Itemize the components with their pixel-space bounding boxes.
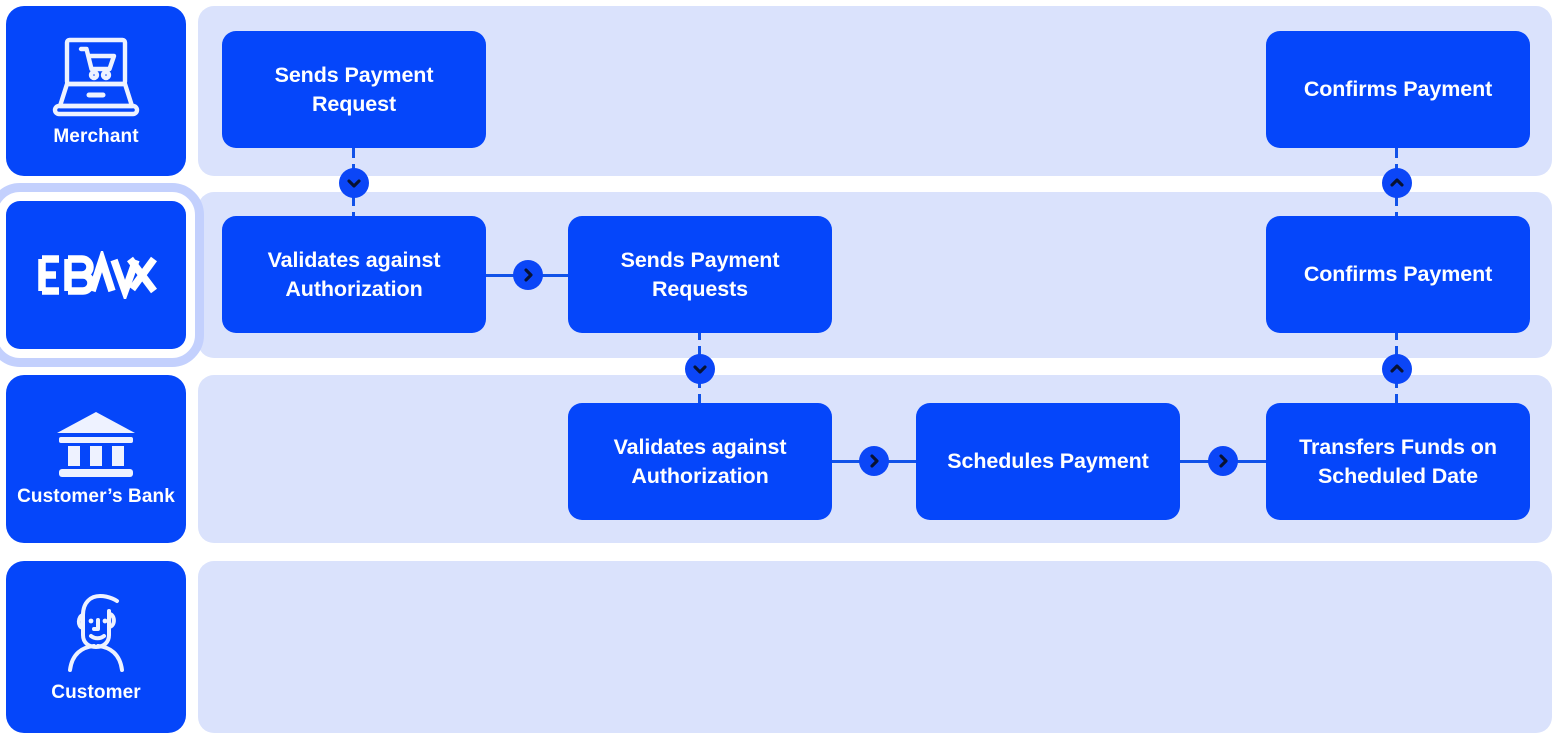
- chevron-right-icon: [520, 267, 536, 283]
- actor-label: Customer: [51, 681, 141, 703]
- step-sends-payment-requests[interactable]: Sends Payment Requests: [568, 216, 832, 333]
- step-label: Validates against Authorization: [267, 248, 441, 301]
- step-label: Transfers Funds on Scheduled Date: [1299, 435, 1497, 488]
- step-label: Schedules Payment: [947, 449, 1149, 474]
- step-label: Sends Payment Request: [274, 63, 434, 116]
- step-confirms-payment-ebanx[interactable]: Confirms Payment: [1266, 216, 1530, 333]
- actor-ebanx[interactable]: [0, 183, 204, 367]
- connector-node-c2[interactable]: [513, 260, 543, 290]
- chevron-right-icon: [1215, 453, 1231, 469]
- actor-customer[interactable]: Customer: [6, 561, 186, 733]
- connector-node-c6[interactable]: [1382, 354, 1412, 384]
- step-validates-against-authorization-ebanx[interactable]: Validates against Authorization: [222, 216, 486, 333]
- connector-node-c1[interactable]: [339, 168, 369, 198]
- connector-node-c3[interactable]: [685, 354, 715, 384]
- connector-node-c5[interactable]: [1208, 446, 1238, 476]
- step-label: Sends Payment Requests: [620, 248, 780, 301]
- step-transfers-funds-on-scheduled-date[interactable]: Transfers Funds on Scheduled Date: [1266, 403, 1530, 520]
- step-label: Confirms Payment: [1303, 262, 1493, 287]
- flow-diagram: Merchant Customer’s Bank Customer Sends …: [0, 0, 1558, 739]
- actor-customers-bank[interactable]: Customer’s Bank: [6, 375, 186, 543]
- actor-merchant[interactable]: Merchant: [6, 6, 186, 176]
- person-face-icon: [50, 590, 142, 676]
- chevron-up-icon: [1389, 175, 1405, 191]
- step-sends-payment-request[interactable]: Sends Payment Request: [222, 31, 486, 148]
- actor-label: Customer’s Bank: [17, 485, 175, 507]
- lane-customer: [198, 561, 1552, 733]
- connector-node-c7[interactable]: [1382, 168, 1412, 198]
- bank-icon: [53, 410, 139, 480]
- step-schedules-payment[interactable]: Schedules Payment: [916, 403, 1180, 520]
- laptop-cart-icon: [50, 34, 142, 120]
- step-validates-against-authorization-bank[interactable]: Validates against Authorization: [568, 403, 832, 520]
- ebanx-logo-icon: [35, 247, 158, 303]
- step-label: Validates against Authorization: [613, 435, 787, 488]
- chevron-up-icon: [1389, 361, 1405, 377]
- chevron-down-icon: [346, 175, 362, 191]
- actor-label: Merchant: [53, 125, 139, 147]
- connector-node-c4[interactable]: [859, 446, 889, 476]
- chevron-down-icon: [692, 361, 708, 377]
- step-label: Confirms Payment: [1303, 77, 1493, 102]
- chevron-right-icon: [866, 453, 882, 469]
- step-confirms-payment-merchant[interactable]: Confirms Payment: [1266, 31, 1530, 148]
